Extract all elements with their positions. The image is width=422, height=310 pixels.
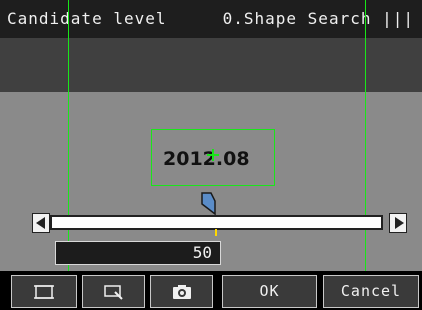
slider-increase-button[interactable]	[389, 213, 407, 233]
guide-line-right	[365, 0, 366, 280]
camera-icon	[172, 284, 191, 299]
guide-line-left	[68, 0, 69, 280]
setting-title: Candidate level	[7, 9, 167, 28]
zoom-icon	[103, 284, 123, 300]
ok-button[interactable]: OK	[222, 275, 317, 308]
zoom-button[interactable]	[82, 275, 145, 308]
slider-position-tick	[215, 229, 217, 236]
camera-settings-screen: Candidate level 0.Shape Search ||| 2012.…	[0, 0, 422, 310]
tool-title: 0.Shape Search |||	[222, 9, 414, 28]
cancel-button[interactable]: Cancel	[323, 275, 419, 308]
crosshair-icon	[207, 149, 219, 161]
slider-track[interactable]	[50, 215, 383, 230]
full-view-button[interactable]	[11, 275, 77, 308]
capture-button[interactable]	[150, 275, 213, 308]
slider-decrease-button[interactable]	[32, 213, 50, 233]
slider-value-field[interactable]: 50	[55, 241, 221, 265]
title-bar: Candidate level 0.Shape Search |||	[0, 0, 422, 38]
full-view-icon	[34, 284, 54, 299]
button-bar: OK Cancel	[0, 271, 422, 310]
slider-thumb-indicator-icon[interactable]	[201, 192, 217, 216]
image-top-band	[0, 38, 422, 92]
